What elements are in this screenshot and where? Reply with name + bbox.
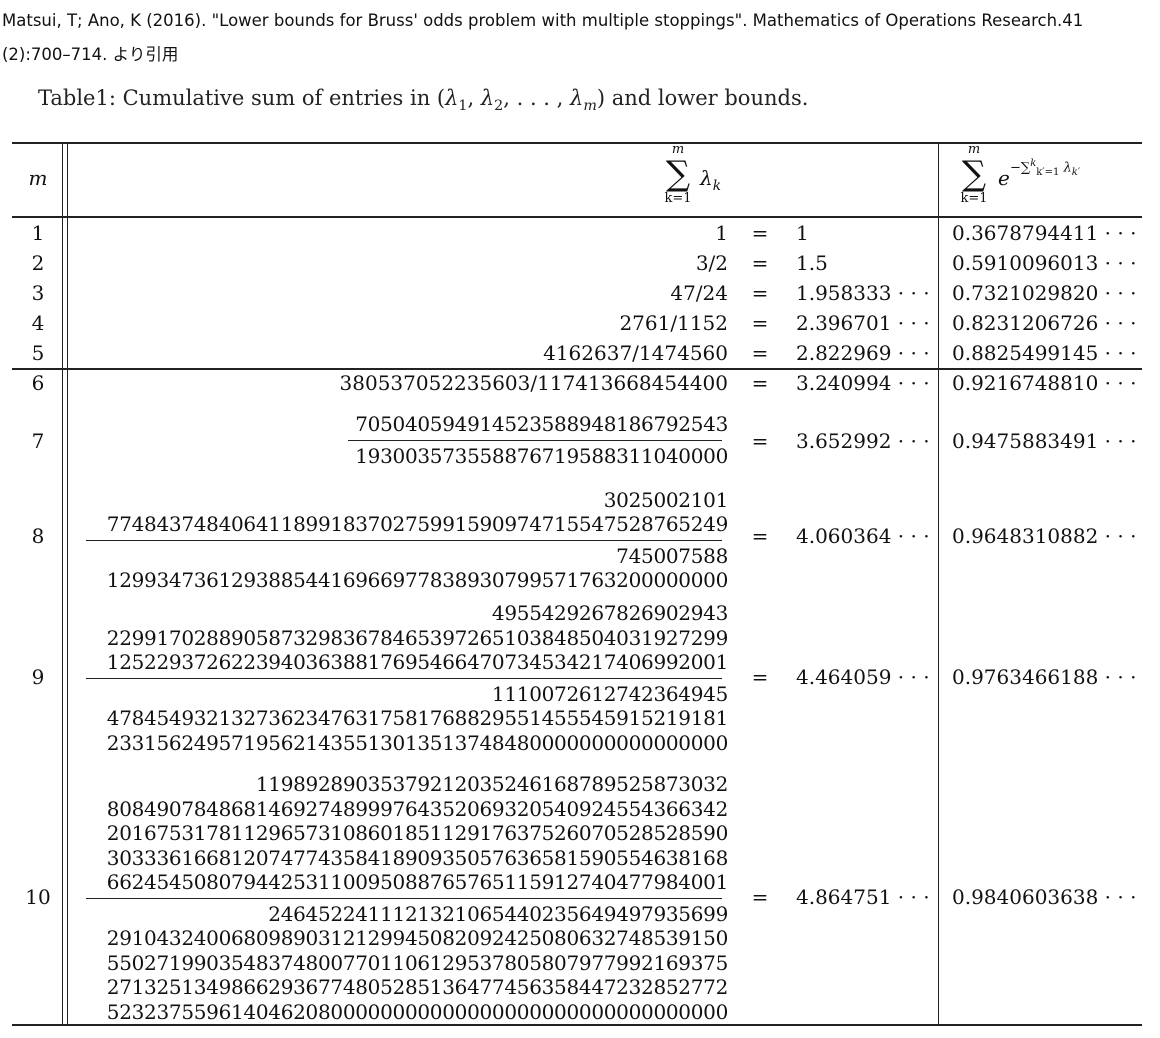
fraction-bar: [86, 540, 722, 541]
fraction-denominator-line: 1299347361293885441696697783893079957176…: [106, 568, 729, 593]
bound-sigma: ∑: [961, 154, 987, 194]
row-value: 1: [715, 221, 728, 245]
header-m: m: [28, 166, 48, 190]
row-value: 380537052235603/117413668454400: [339, 371, 728, 395]
fraction-bar: [86, 678, 722, 679]
fraction-bar: [86, 898, 722, 899]
row-value: 47/24: [670, 281, 728, 305]
column-rule: [938, 142, 939, 1025]
fraction-denominator-line: 4784549321327362347631758176882955145554…: [106, 706, 729, 731]
row-bound: 0.9475883491 · · ·: [952, 429, 1137, 453]
row-equals: =: [751, 221, 769, 245]
row-equals: =: [751, 524, 769, 548]
caption-sub-1: 1: [458, 98, 468, 115]
table-caption: Table1: Cumulative sum of entries in (λ1…: [38, 86, 808, 114]
row-bound: 0.9216748810 · · ·: [952, 371, 1137, 395]
row-value: 4162637/1474560: [543, 341, 728, 365]
row-m: 4: [31, 311, 45, 335]
caption-prefix: Table1: Cumulative sum of entries in (: [38, 86, 446, 110]
row-decimal: 3.240994 · · ·: [796, 371, 930, 395]
row-decimal: 1: [796, 221, 809, 245]
row-bound: 0.9840603638 · · ·: [952, 885, 1137, 909]
fraction-numerator-line: 705040594914523588948186792543: [355, 412, 728, 436]
fraction-numerator-line: 3033361668120747743584189093505763658159…: [106, 845, 729, 870]
row-equals: =: [751, 885, 769, 909]
caption-sub-m: m: [583, 98, 597, 115]
row-bound: 0.8825499145 · · ·: [952, 341, 1137, 365]
fraction-bar: [348, 440, 722, 441]
sum-term: λk: [700, 166, 721, 194]
row-m: 7: [31, 429, 45, 453]
row-m: 2: [31, 251, 45, 275]
row-m: 1: [31, 221, 45, 245]
row-m: 3: [31, 281, 45, 305]
row-m: 5: [31, 341, 45, 365]
row-m: 8: [31, 524, 45, 548]
fraction-denominator-line: 2464522411121321065440235649497935699: [268, 902, 728, 926]
row-decimal: 2.822969 · · ·: [796, 341, 930, 365]
row-equals: =: [751, 281, 769, 305]
header-sum: m ∑ k=1: [658, 142, 698, 206]
fraction-numerator-line: 8084907848681469274899976435206932054092…: [106, 796, 729, 821]
group-rule: [12, 368, 1142, 370]
caption-dots: , . . . ,: [503, 86, 571, 110]
row-equals: =: [751, 429, 769, 453]
bound-lower-limit: k=1: [960, 191, 988, 206]
fraction-denominator-line: 2910432400680989031212994508209242508063…: [106, 926, 729, 951]
fraction-numerator-line: 1252293726223940363881769546647073453421…: [106, 650, 729, 674]
row-equals: =: [751, 341, 769, 365]
bound-term: e: [998, 166, 1010, 190]
row-equals: =: [751, 251, 769, 275]
row-decimal: 2.396701 · · ·: [796, 311, 930, 335]
fraction-numerator-line: 7748437484064118991837027599159097471554…: [106, 512, 729, 536]
row-value: 3/2: [695, 251, 728, 275]
row-decimal: 4.464059 · · ·: [796, 665, 930, 689]
row-m: 6: [31, 371, 45, 395]
sum-sigma: ∑: [665, 154, 691, 194]
caption-lambda-1: λ: [445, 86, 459, 110]
row-m: 10: [25, 885, 51, 909]
fraction-denominator-line: 745007588: [616, 544, 728, 568]
double-rule-right: [67, 142, 68, 1025]
caption-lambda-m: λ: [570, 86, 584, 110]
fraction-numerator-line: 3025002101: [603, 487, 729, 512]
row-decimal: 4.060364 · · ·: [796, 524, 930, 548]
caption-lambda-2: λ: [480, 86, 495, 110]
row-decimal: 4.864751 · · ·: [796, 885, 930, 909]
fraction-denominator-line: 1110072612742364945: [491, 682, 728, 706]
row-bound: 0.9648310882 · · ·: [952, 524, 1137, 548]
fraction-denominator-line: 193003573558876719588311040000: [355, 444, 728, 468]
row-bound: 0.9763466188 · · ·: [952, 665, 1137, 689]
row-decimal: 1.5: [796, 251, 828, 275]
row-m: 9: [31, 665, 45, 689]
fraction-denominator-line: 2331562495719562143551301351374848000000…: [106, 730, 729, 755]
table-bottom-rule: [12, 1024, 1142, 1026]
row-equals: =: [751, 665, 769, 689]
row-bound: 0.5910096013 · · ·: [952, 251, 1137, 275]
row-bound: 0.7321029820 · · ·: [952, 281, 1137, 305]
row-decimal: 3.652992 · · ·: [796, 429, 930, 453]
fraction-numerator-line: 2016753178112965731086018511291763752607…: [106, 821, 729, 846]
bound-exponent: −∑kk′=1 λk′: [1010, 158, 1081, 178]
citation-text: Matsui, T; Ano, K (2016). "Lower bounds …: [2, 11, 1084, 64]
fraction-numerator-line: 4955429267826902943: [491, 601, 728, 626]
header-rule: [12, 216, 1142, 218]
header-bound: m ∑ k=1: [954, 142, 994, 206]
caption-comma: ,: [467, 86, 481, 110]
fraction-numerator-line: 2299170288905873298367846539726510384850…: [106, 625, 729, 650]
fraction-denominator-line: 5502719903548374800770110612953780580797…: [106, 950, 729, 975]
fraction-numerator-line: 6624545080794425311009508876576511591274…: [106, 870, 729, 894]
fraction-denominator-line: 5232375596140462080000000000000000000000…: [106, 999, 729, 1024]
caption-suffix: ) and lower bounds.: [596, 86, 809, 110]
fraction-numerator-line: 11989289035379212035246168789525873032: [255, 772, 728, 797]
row-decimal: 1.958333 · · ·: [796, 281, 930, 305]
row-equals: =: [751, 371, 769, 395]
caption-sub-2: 2: [494, 98, 504, 115]
sum-lower-limit: k=1: [664, 191, 692, 206]
fraction-denominator-line: 2713251349866293677480528513647745635844…: [106, 975, 729, 1000]
row-bound: 0.8231206726 · · ·: [952, 311, 1137, 335]
row-bound: 0.3678794411 · · ·: [952, 221, 1137, 245]
row-equals: =: [751, 311, 769, 335]
row-value: 2761/1152: [619, 311, 728, 335]
